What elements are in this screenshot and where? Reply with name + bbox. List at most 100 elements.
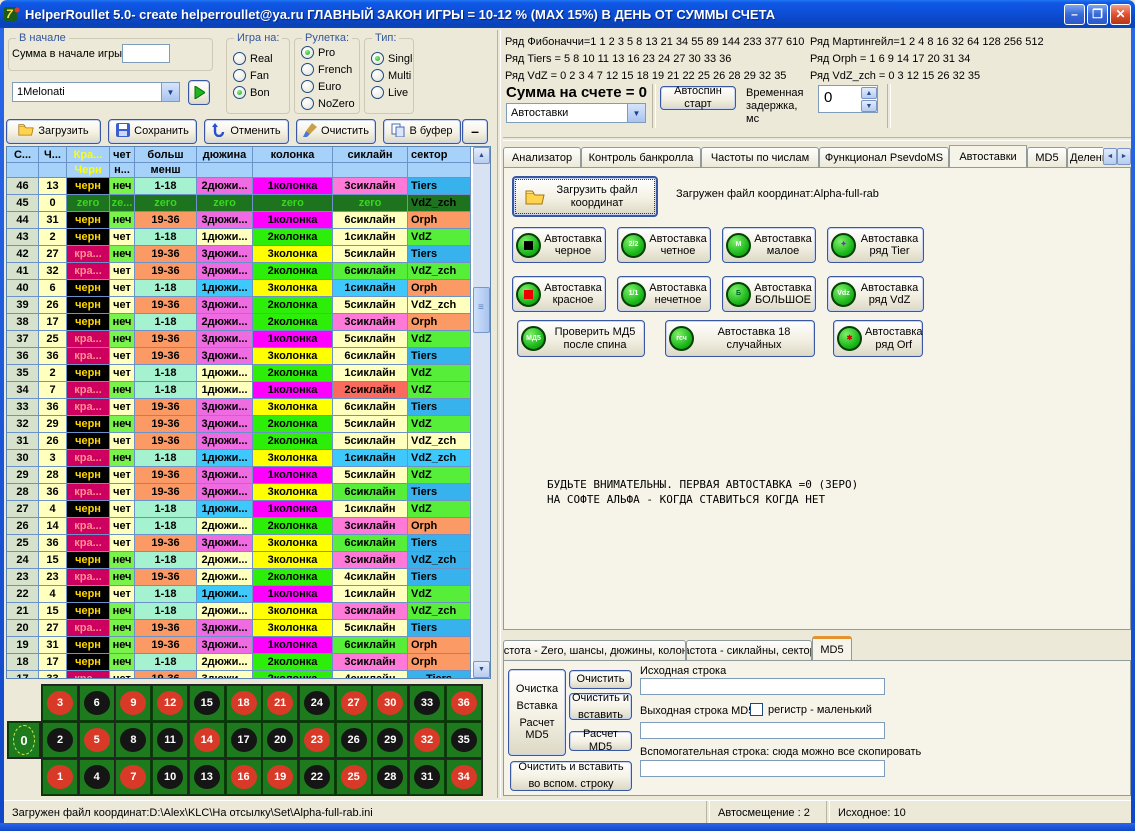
table-cell[interactable]: неч: [110, 382, 135, 399]
table-cell[interactable]: черн: [67, 603, 110, 620]
roulette-cell[interactable]: 5: [79, 722, 115, 758]
table-cell[interactable]: 1дюжи...: [197, 280, 253, 297]
table-cell[interactable]: кра...: [67, 331, 110, 348]
table-cell[interactable]: менш: [135, 163, 197, 178]
table-cell[interactable]: [39, 163, 67, 178]
table-cell[interactable]: черн: [67, 314, 110, 331]
table-cell[interactable]: 5сиклайн: [333, 297, 408, 314]
table-cell[interactable]: 1-18: [135, 229, 197, 246]
table-cell[interactable]: Tiers: [408, 620, 471, 637]
table-cell[interactable]: 0: [39, 195, 67, 212]
table-cell[interactable]: 36: [39, 535, 67, 552]
table-cell[interactable]: 3дюжи...: [197, 399, 253, 416]
table-cell[interactable]: Tiers: [408, 484, 471, 501]
table-cell[interactable]: ze...: [110, 195, 135, 212]
table-cell[interactable]: 19-36: [135, 416, 197, 433]
roulette-cell[interactable]: 2: [42, 722, 78, 758]
table-cell[interactable]: 19-36: [135, 263, 197, 280]
tab-scroll-left-icon[interactable]: ◄: [1103, 148, 1117, 165]
table-cell[interactable]: VdZ: [408, 382, 471, 399]
table-cell[interactable]: 2дюжи...: [197, 603, 253, 620]
table-cell[interactable]: Tiers: [408, 399, 471, 416]
table-cell[interactable]: 36: [39, 484, 67, 501]
table-cell[interactable]: 19-36: [135, 246, 197, 263]
table-cell[interactable]: Tiers: [408, 569, 471, 586]
roulette-cell[interactable]: 27: [336, 685, 372, 721]
action-button-5[interactable]: В буфер: [383, 119, 461, 144]
table-cell[interactable]: 15: [39, 603, 67, 620]
radio-option-real[interactable]: Real: [233, 51, 289, 66]
title-bar[interactable]: 7 HelperRoullet 5.0- create helperroulle…: [0, 0, 1135, 28]
table-cell[interactable]: VdZ: [408, 501, 471, 518]
roulette-cell[interactable]: 3: [42, 685, 78, 721]
table-cell[interactable]: чет: [110, 484, 135, 501]
table-cell[interactable]: 3дюжи...: [197, 620, 253, 637]
table-cell[interactable]: черн: [67, 178, 110, 195]
table-cell[interactable]: 4сиклайн: [333, 671, 408, 678]
table-cell[interactable]: 1колонка: [253, 501, 333, 518]
table-cell[interactable]: 1-18: [135, 518, 197, 535]
table-cell[interactable]: неч: [110, 620, 135, 637]
table-cell[interactable]: [253, 163, 333, 178]
table-cell[interactable]: кра...: [67, 671, 110, 678]
roulette-cell[interactable]: 18: [226, 685, 262, 721]
table-cell[interactable]: 27: [39, 246, 67, 263]
table-cell[interactable]: 3дюжи...: [197, 348, 253, 365]
roulette-cell[interactable]: 21: [262, 685, 298, 721]
roulette-cell[interactable]: 11: [152, 722, 188, 758]
table-cell[interactable]: 31: [39, 212, 67, 229]
table-cell[interactable]: неч: [110, 450, 135, 467]
table-cell[interactable]: 17: [39, 314, 67, 331]
table-cell[interactable]: н...: [110, 163, 135, 178]
table-cell[interactable]: VdZ: [408, 331, 471, 348]
md5-clear-paste-calc-button[interactable]: Очистка Вставка Расчет MD5: [508, 669, 566, 756]
table-cell[interactable]: черн: [67, 365, 110, 382]
roulette-cell[interactable]: 31: [409, 759, 445, 795]
roulette-cell[interactable]: 23: [299, 722, 335, 758]
table-cell[interactable]: 3дюжи...: [197, 297, 253, 314]
freq-tab-3[interactable]: MD5: [812, 636, 852, 661]
table-cell[interactable]: 15: [39, 552, 67, 569]
table-cell[interactable]: zero: [135, 195, 197, 212]
table-cell[interactable]: кра...: [67, 399, 110, 416]
action-button-3[interactable]: Отменить: [204, 119, 289, 144]
table-cell[interactable]: черн: [67, 637, 110, 654]
table-cell[interactable]: 23: [39, 569, 67, 586]
table-cell[interactable]: неч: [110, 331, 135, 348]
table-cell[interactable]: Orph: [408, 280, 471, 297]
table-cell[interactable]: 19-36: [135, 399, 197, 416]
table-cell[interactable]: чет: [110, 229, 135, 246]
table-cell[interactable]: 19-36: [135, 637, 197, 654]
table-cell[interactable]: 17: [7, 671, 39, 678]
table-cell[interactable]: 1-18: [135, 382, 197, 399]
table-cell[interactable]: 5сиклайн: [333, 331, 408, 348]
table-cell[interactable]: 3колонка: [253, 552, 333, 569]
table-cell[interactable]: 27: [39, 620, 67, 637]
table-cell[interactable]: черн: [67, 433, 110, 450]
table-cell[interactable]: 13: [39, 178, 67, 195]
table-cell[interactable]: 19-36: [135, 331, 197, 348]
table-cell[interactable]: zero: [197, 195, 253, 212]
delay-spinner[interactable]: 0 ▲ ▼: [818, 85, 878, 113]
table-cell[interactable]: черн: [67, 467, 110, 484]
tab-автоставки[interactable]: Автоставки: [949, 145, 1027, 167]
table-cell[interactable]: 2колонка: [253, 671, 333, 678]
autostake-button-1[interactable]: Автоставка черное: [512, 227, 606, 263]
roulette-cell[interactable]: 35: [446, 722, 482, 758]
table-cell[interactable]: 1сиклайн: [333, 450, 408, 467]
table-cell[interactable]: 3дюжи...: [197, 433, 253, 450]
table-cell[interactable]: 1-18: [135, 280, 197, 297]
load-coords-button[interactable]: Загрузить файл координат: [512, 176, 658, 217]
table-cell[interactable]: 14: [39, 518, 67, 535]
roulette-cell[interactable]: 17: [226, 722, 262, 758]
roulette-cell[interactable]: 33: [409, 685, 445, 721]
table-cell[interactable]: 1колонка: [253, 586, 333, 603]
table-cell[interactable]: 3колонка: [253, 246, 333, 263]
table-cell[interactable]: кра...: [67, 620, 110, 637]
table-cell[interactable]: 25: [7, 535, 39, 552]
table-cell[interactable]: [408, 163, 471, 178]
radio-option-french[interactable]: French: [301, 62, 359, 77]
table-cell[interactable]: 26: [39, 433, 67, 450]
table-cell[interactable]: неч: [110, 178, 135, 195]
roulette-cell[interactable]: 7: [115, 759, 151, 795]
